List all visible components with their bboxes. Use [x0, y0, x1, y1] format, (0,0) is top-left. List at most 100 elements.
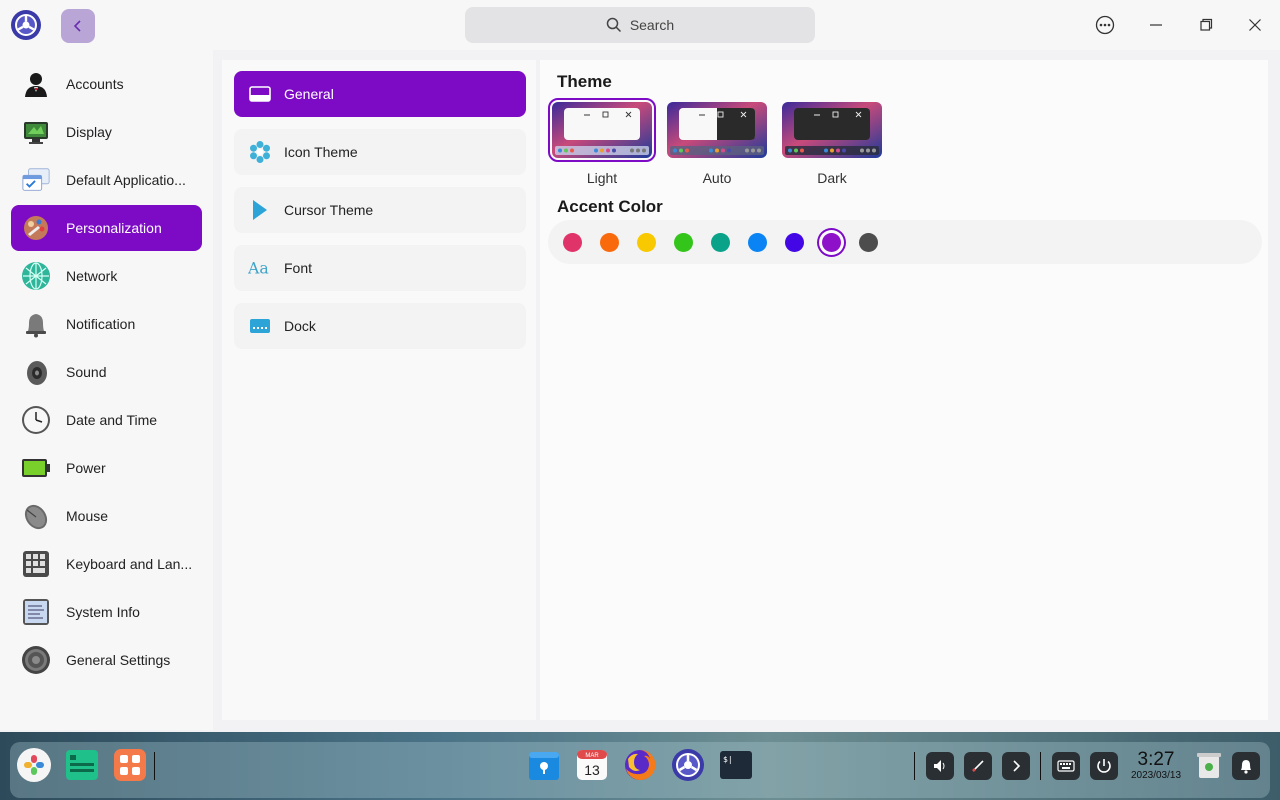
terminal-icon: $| [720, 751, 752, 779]
sidebar-item-date-and-time[interactable]: Date and Time [11, 397, 202, 443]
svg-text:Aa: Aa [248, 259, 269, 278]
accent-color-picker [548, 220, 1262, 264]
accounts-icon [21, 69, 51, 99]
system-info-icon [21, 597, 51, 627]
sidebar-item-keyboard[interactable]: Keyboard and Lan... [11, 541, 202, 587]
accent-color-swatch[interactable] [711, 233, 730, 252]
keyboard-layout-button[interactable] [1052, 752, 1080, 780]
svg-text:$|: $| [723, 755, 733, 764]
svg-text:13: 13 [584, 762, 600, 778]
sidebar-item-default-applications[interactable]: Default Applicatio... [11, 157, 202, 203]
bell-icon [1241, 760, 1251, 774]
chevron-right-icon [1013, 760, 1021, 772]
sidebar-item-label: Network [66, 268, 118, 284]
sidebar-item-network[interactable]: Network [11, 253, 202, 299]
sidebar-item-label: Default Applicatio... [66, 172, 186, 188]
menu-item-cursor-theme[interactable]: Cursor Theme [234, 187, 526, 233]
restore-icon [1200, 18, 1213, 31]
file-manager-icon [529, 752, 559, 780]
network-disconnected-icon [972, 760, 984, 772]
menu-item-label: General [284, 86, 334, 102]
accent-color-title: Accent Color [557, 197, 663, 216]
theme-auto-option[interactable] [667, 102, 767, 158]
app-store-button[interactable] [111, 746, 149, 784]
network-status-button[interactable] [964, 752, 992, 780]
menu-item-general[interactable]: General [234, 71, 526, 117]
theme-dark-option[interactable] [782, 102, 882, 158]
search-box[interactable]: Search [465, 7, 815, 43]
sidebar-item-accounts[interactable]: Accounts [11, 61, 202, 107]
search-placeholder: Search [629, 17, 675, 33]
sidebar-item-notification[interactable]: Notification [11, 301, 202, 347]
control-center-icon [672, 749, 704, 781]
menu-item-label: Font [284, 260, 313, 276]
notification-center-button[interactable] [1232, 752, 1260, 780]
display-icon [21, 117, 51, 147]
sidebar-item-sound[interactable]: Sound [11, 349, 202, 395]
sidebar-item-label: Mouse [66, 508, 109, 524]
calendar-icon: MAR 13 [577, 750, 607, 780]
dock-separator [1040, 752, 1041, 780]
back-button[interactable] [61, 9, 95, 43]
clock-icon [21, 405, 51, 435]
mouse-icon [21, 501, 51, 531]
dock-separator [914, 752, 915, 780]
theme-light-option[interactable] [548, 98, 656, 162]
sidebar-item-label: System Info [66, 604, 140, 620]
sidebar-item-label: Power [66, 460, 106, 476]
accent-color-swatch[interactable] [563, 233, 582, 252]
personalization-menu: General Icon Theme Cursor Theme Aa Font … [222, 60, 536, 720]
keyboard-icon [1057, 760, 1075, 772]
battery-icon [21, 453, 51, 483]
firefox-button[interactable] [621, 746, 659, 784]
sound-icon [21, 357, 51, 387]
sidebar-item-display[interactable]: Display [11, 109, 202, 155]
maximize-button[interactable] [1191, 10, 1221, 40]
calendar-button[interactable]: MAR 13 [573, 746, 611, 784]
accent-color-swatch[interactable] [785, 233, 804, 252]
clock[interactable]: 3:27 2023/03/13 [1128, 750, 1184, 782]
accent-color-swatch[interactable] [637, 233, 656, 252]
accent-color-swatch[interactable] [600, 233, 619, 252]
multitask-view-button[interactable] [63, 746, 101, 784]
sidebar-item-label: Personalization [66, 220, 162, 236]
launcher-button[interactable] [15, 746, 53, 784]
accent-color-swatch[interactable] [859, 233, 878, 252]
sidebar-item-label: Display [66, 124, 112, 140]
menu-button[interactable] [1090, 10, 1120, 40]
file-manager-button[interactable] [525, 746, 563, 784]
chevron-left-icon [73, 20, 81, 32]
close-icon [1249, 19, 1261, 31]
dock-icon [248, 314, 272, 338]
control-center-logo-icon [10, 9, 42, 41]
sidebar-item-general-settings[interactable]: General Settings [11, 637, 202, 683]
keyboard-icon [21, 549, 51, 579]
control-center-button[interactable] [669, 746, 707, 784]
close-button[interactable] [1240, 10, 1270, 40]
clock-date: 2023/03/13 [1130, 770, 1182, 781]
general-settings-panel: Theme Light Auto Dark Accent Color [540, 60, 1268, 720]
sidebar-item-system-info[interactable]: System Info [11, 589, 202, 635]
terminal-button[interactable]: $| [717, 746, 755, 784]
trash-icon [1197, 753, 1221, 778]
theme-title: Theme [557, 72, 612, 91]
menu-item-label: Icon Theme [284, 144, 358, 160]
power-button[interactable] [1090, 752, 1118, 780]
sidebar-item-label: Keyboard and Lan... [66, 556, 193, 572]
dock-separator [154, 752, 155, 780]
minimize-button[interactable] [1141, 10, 1171, 40]
accent-color-swatch[interactable] [822, 233, 841, 252]
sidebar-item-personalization[interactable]: Personalization [11, 205, 202, 251]
menu-item-icon-theme[interactable]: Icon Theme [234, 129, 526, 175]
sidebar-item-power[interactable]: Power [11, 445, 202, 491]
expand-tray-button[interactable] [1002, 752, 1030, 780]
snowflake-icon [248, 140, 272, 164]
accent-color-swatch[interactable] [748, 233, 767, 252]
menu-item-dock[interactable]: Dock [234, 303, 526, 349]
menu-item-font[interactable]: Aa Font [234, 245, 526, 291]
trash-button[interactable] [1190, 746, 1228, 784]
sidebar-item-label: Accounts [66, 76, 124, 92]
accent-color-swatch[interactable] [674, 233, 693, 252]
sidebar-item-mouse[interactable]: Mouse [11, 493, 202, 539]
volume-button[interactable] [926, 752, 954, 780]
